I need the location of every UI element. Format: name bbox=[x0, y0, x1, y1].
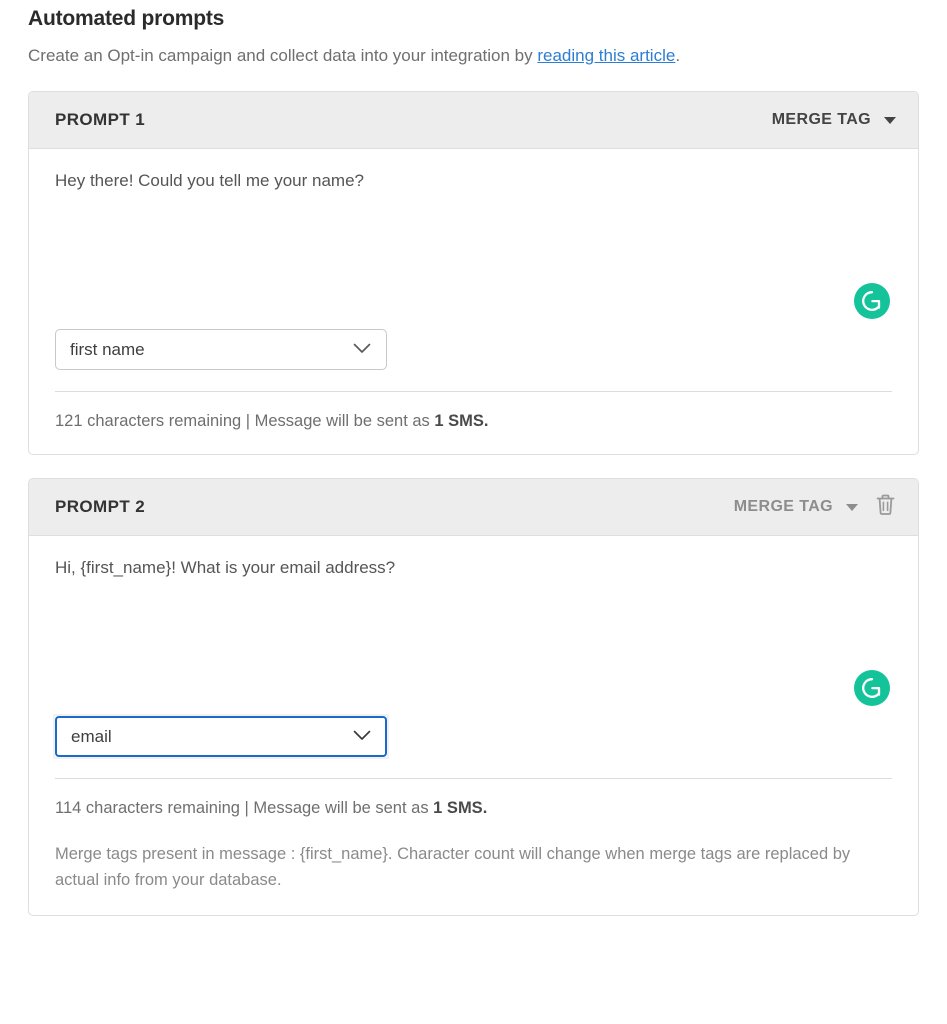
prompt-1-footer: 121 characters remaining | Message will … bbox=[29, 392, 918, 454]
prompt-card-1: PROMPT 1 MERGE TAG Hey there! Could you … bbox=[28, 91, 919, 455]
prompt-card-2: PROMPT 2 MERGE TAG Hi, {first_name}! Wha… bbox=[28, 478, 919, 916]
prompt-2-counter-prefix: 114 characters remaining | Message will … bbox=[55, 799, 434, 817]
automated-prompts-page: Automated prompts Create an Opt-in campa… bbox=[0, 0, 947, 916]
merge-field-select-wrap-1: first name bbox=[55, 329, 387, 370]
prompt-1-title: PROMPT 1 bbox=[55, 110, 146, 129]
prompt-1-header-actions: MERGE TAG bbox=[772, 111, 896, 129]
prompt-2-title: PROMPT 2 bbox=[55, 497, 146, 516]
merge-tag-dropdown-1[interactable]: MERGE TAG bbox=[772, 111, 896, 129]
prompt-2-message-text: Hi, {first_name}! What is your email add… bbox=[55, 558, 396, 577]
prompt-2-header: PROMPT 2 MERGE TAG bbox=[29, 479, 918, 536]
chevron-down-icon bbox=[884, 116, 896, 124]
page-subtitle: Create an Opt-in campaign and collect da… bbox=[28, 44, 919, 68]
prompt-1-message-text: Hey there! Could you tell me your name? bbox=[55, 171, 364, 190]
subtitle-period: . bbox=[675, 46, 681, 65]
merge-tag-label-1: MERGE TAG bbox=[771, 111, 871, 128]
merge-field-select-value-2: email bbox=[71, 726, 112, 746]
prompt-2-message-editor[interactable]: Hi, {first_name}! What is your email add… bbox=[55, 536, 892, 716]
prompt-2-footer: 114 characters remaining | Message will … bbox=[29, 779, 918, 915]
merge-tag-label-2: MERGE TAG bbox=[733, 498, 833, 515]
prompt-2-header-actions: MERGE TAG bbox=[734, 494, 896, 520]
merge-tag-dropdown-2[interactable]: MERGE TAG bbox=[734, 498, 858, 516]
trash-icon bbox=[875, 493, 896, 522]
merge-field-select-1[interactable]: first name bbox=[55, 329, 387, 370]
subtitle-text: Create an Opt-in campaign and collect da… bbox=[28, 46, 538, 65]
grammarly-icon[interactable] bbox=[854, 670, 890, 706]
prompt-1-body: Hey there! Could you tell me your name? … bbox=[29, 149, 918, 391]
prompt-1-message-editor[interactable]: Hey there! Could you tell me your name? bbox=[55, 149, 892, 329]
delete-prompt-button-2[interactable] bbox=[874, 494, 896, 520]
prompt-1-merge-field-row: first name bbox=[55, 329, 892, 391]
prompt-2-character-counter: 114 characters remaining | Message will … bbox=[55, 797, 892, 819]
prompt-2-merge-tag-note: Merge tags present in message : {first_n… bbox=[55, 845, 851, 889]
merge-field-select-wrap-2: email bbox=[53, 714, 389, 759]
prompt-2-sms-count: 1 SMS. bbox=[433, 799, 488, 817]
merge-field-select-2[interactable]: email bbox=[55, 716, 387, 757]
reading-this-article-link[interactable]: reading this article bbox=[537, 46, 675, 65]
grammarly-icon[interactable] bbox=[854, 283, 890, 319]
chevron-down-icon bbox=[846, 503, 858, 511]
prompt-2-merge-field-row: email bbox=[53, 714, 892, 778]
page-title: Automated prompts bbox=[28, 7, 225, 30]
prompt-1-header: PROMPT 1 MERGE TAG bbox=[29, 92, 918, 149]
prompt-1-sms-count: 1 SMS. bbox=[434, 412, 489, 430]
prompt-2-body: Hi, {first_name}! What is your email add… bbox=[29, 536, 918, 778]
merge-field-select-value-1: first name bbox=[70, 339, 145, 359]
prompt-1-character-counter: 121 characters remaining | Message will … bbox=[55, 410, 892, 432]
prompt-1-counter-prefix: 121 characters remaining | Message will … bbox=[55, 412, 435, 430]
